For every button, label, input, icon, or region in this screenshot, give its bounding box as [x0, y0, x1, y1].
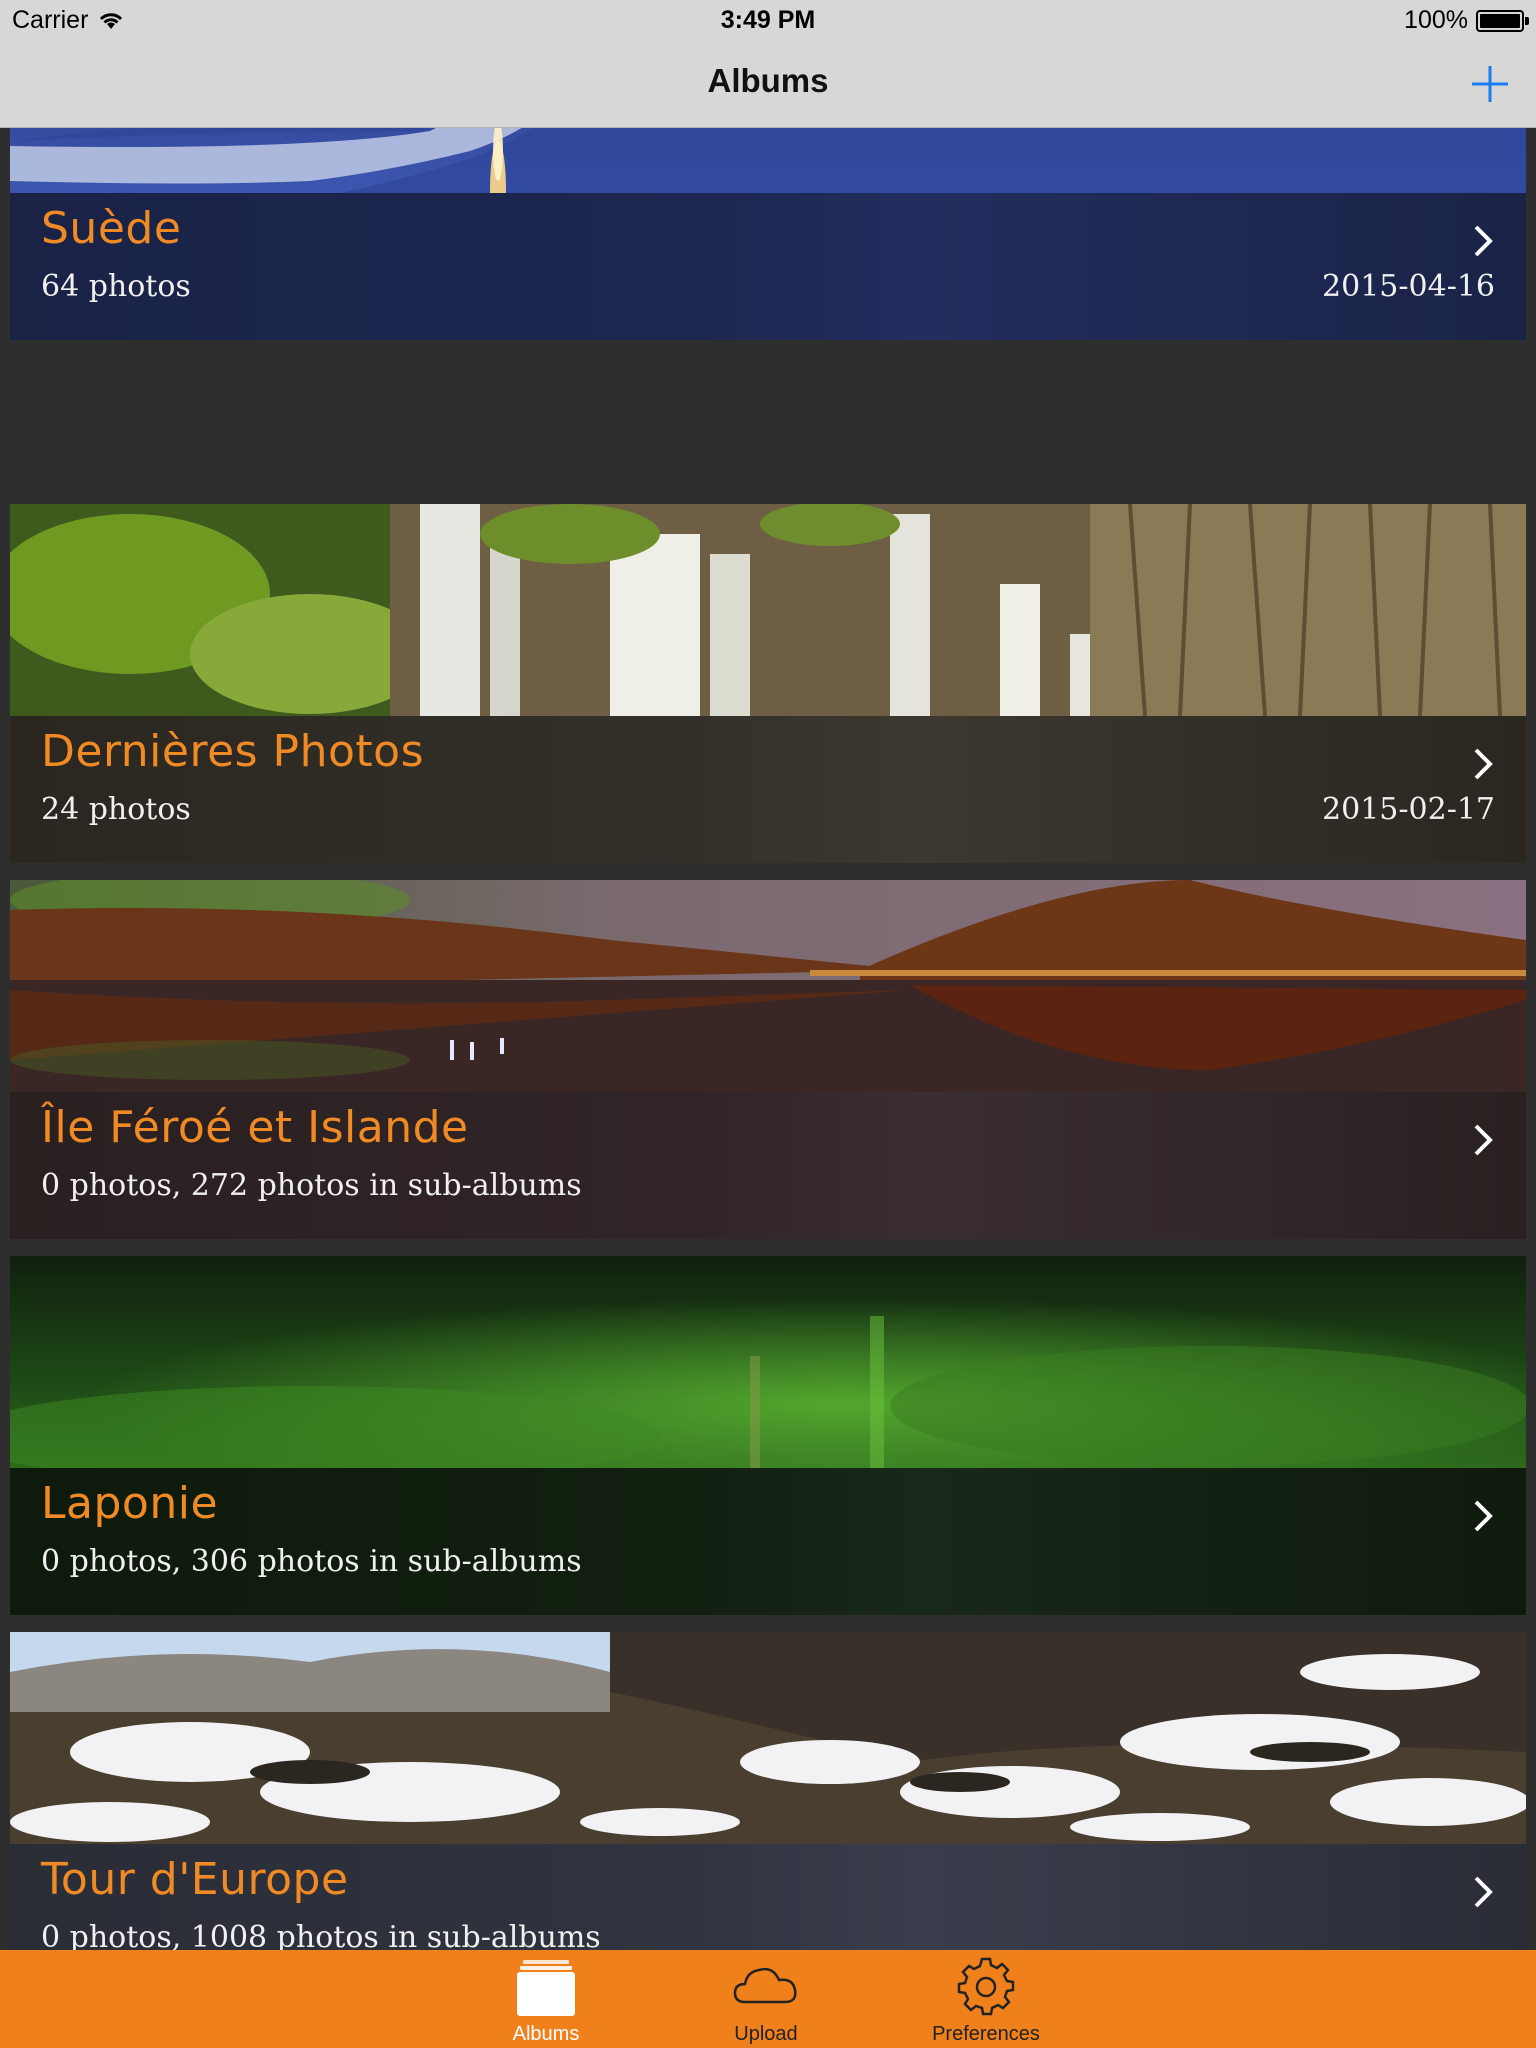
album-info: Dernières Photos 24 photos 2015-02-17 — [10, 716, 1526, 863]
tab-bar: Albums Upload Preferences — [0, 1950, 1536, 2048]
album-count: 24 photos — [41, 792, 191, 827]
album-count: 64 photos — [41, 269, 191, 304]
album-cover-image — [10, 504, 1526, 716]
tab-label: Preferences — [932, 2023, 1040, 2045]
tab-preferences[interactable]: Preferences — [906, 1950, 1066, 2048]
album-row[interactable]: Tour d'Europe 0 photos, 1008 photos in s… — [10, 1632, 1526, 1950]
cloud-icon — [733, 1967, 797, 2004]
album-row[interactable]: Laponie 0 photos, 306 photos in sub-albu… — [10, 1256, 1526, 1615]
page-title: Albums — [707, 62, 829, 99]
album-row[interactable]: Île Féroé et Islande 0 photos, 272 photo… — [10, 880, 1526, 1239]
album-info: Laponie 0 photos, 306 photos in sub-albu… — [10, 1468, 1526, 1615]
album-info: Tour d'Europe 0 photos, 1008 photos in s… — [10, 1844, 1526, 1950]
albums-icon — [517, 1960, 575, 2016]
tab-label: Upload — [734, 2023, 798, 2045]
album-date: 2015-02-17 — [1322, 792, 1495, 827]
album-info: Île Féroé et Islande 0 photos, 272 photo… — [10, 1092, 1526, 1239]
status-right: 100% — [1404, 6, 1529, 35]
album-name: Tour d'Europe — [41, 1854, 349, 1905]
chevron-right-icon — [1474, 1500, 1493, 1532]
album-name: Suède — [41, 203, 182, 254]
album-cover-image — [10, 880, 1526, 1092]
album-name: Île Féroé et Islande — [41, 1102, 469, 1153]
tab-albums[interactable]: Albums — [466, 1950, 626, 2048]
album-count: 0 photos, 272 photos in sub-albums — [41, 1168, 582, 1203]
navigation-bar: Albums — [0, 40, 1536, 128]
tab-label: Albums — [512, 2023, 580, 2045]
tab-upload[interactable]: Upload — [686, 1950, 846, 2048]
album-list[interactable]: Suède 64 photos 2015-04-16 Dernières Pho… — [0, 128, 1536, 1950]
status-time: 3:49 PM — [720, 6, 816, 34]
battery-percent: 100% — [1404, 6, 1468, 34]
add-album-button[interactable] — [1466, 60, 1514, 108]
chevron-right-icon — [1474, 1876, 1493, 1908]
album-date: 2015-04-16 — [1322, 269, 1495, 304]
album-row[interactable]: Dernières Photos 24 photos 2015-02-17 — [10, 504, 1526, 863]
album-cover-image — [10, 1632, 1526, 1844]
album-count: 0 photos, 1008 photos in sub-albums — [41, 1920, 601, 1950]
album-name: Dernières Photos — [41, 726, 424, 777]
chevron-right-icon — [1474, 1124, 1493, 1156]
album-name: Laponie — [41, 1478, 219, 1529]
battery-icon — [1476, 9, 1529, 32]
chevron-right-icon — [1474, 748, 1493, 780]
status-bar: Carrier 3:49 PM 100% — [0, 0, 1536, 40]
album-row[interactable]: Suède 64 photos 2015-04-16 — [10, 128, 1526, 340]
album-info: Suède 64 photos 2015-04-16 — [10, 193, 1526, 340]
chevron-right-icon — [1474, 225, 1493, 257]
album-cover-image — [10, 128, 1526, 193]
album-count: 0 photos, 306 photos in sub-albums — [41, 1544, 582, 1579]
gear-icon — [957, 1957, 1015, 2016]
plus-icon — [1472, 66, 1508, 102]
album-cover-image — [10, 1256, 1526, 1468]
